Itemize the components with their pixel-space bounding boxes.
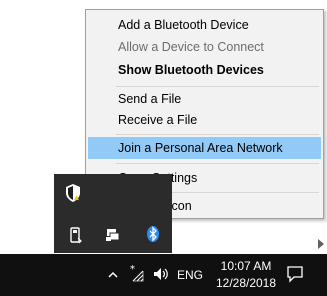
clock-date[interactable]: 12/28/2018 xyxy=(211,276,281,290)
menu-separator xyxy=(116,86,319,87)
windows-defender-icon[interactable] xyxy=(63,183,83,203)
taskbar: * ENG 10:07 AM 12/28/2018 xyxy=(0,254,327,296)
menu-item-add-bluetooth-device[interactable]: Add a Bluetooth Device xyxy=(88,14,321,36)
menu-item-join-personal-area-network[interactable]: Join a Personal Area Network xyxy=(88,137,321,159)
clock-time[interactable]: 10:07 AM xyxy=(211,259,281,273)
volume-icon[interactable] xyxy=(152,265,170,283)
usb-device-icon[interactable] xyxy=(66,225,86,245)
menu-separator xyxy=(116,163,319,164)
svg-text:*: * xyxy=(130,264,135,275)
display-icon[interactable] xyxy=(103,225,123,245)
wifi-icon[interactable]: * xyxy=(128,264,146,284)
language-indicator[interactable]: ENG xyxy=(177,268,203,282)
menu-item-show-bluetooth-devices[interactable]: Show Bluetooth Devices xyxy=(88,59,321,81)
chevron-right-icon xyxy=(318,239,324,249)
menu-separator xyxy=(116,134,319,135)
chevron-up-icon[interactable] xyxy=(107,268,119,280)
action-center-icon[interactable] xyxy=(286,265,304,283)
menu-item-receive-file[interactable]: Receive a File xyxy=(88,109,321,131)
menu-item-send-file[interactable]: Send a File xyxy=(88,88,321,110)
menu-item-allow-device-connect: Allow a Device to Connect xyxy=(118,40,264,54)
bluetooth-icon[interactable] xyxy=(143,224,163,244)
tray-overflow-panel xyxy=(54,174,172,253)
